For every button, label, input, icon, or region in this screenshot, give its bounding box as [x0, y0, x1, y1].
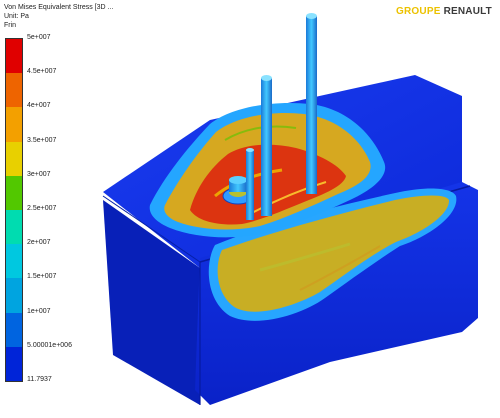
pipe-short — [261, 78, 272, 216]
fea-model-view[interactable] — [0, 0, 500, 418]
pipe-tall — [306, 16, 317, 194]
